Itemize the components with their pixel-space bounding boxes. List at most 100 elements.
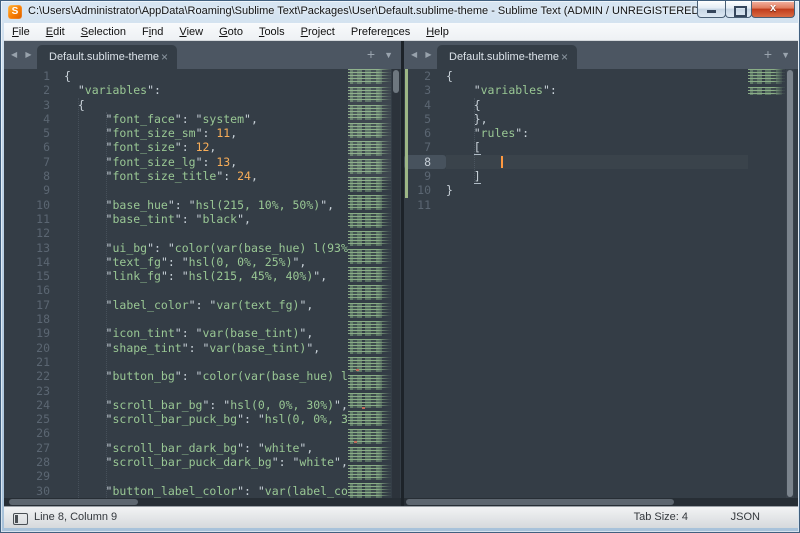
tab-scroll-arrows-icon[interactable]: ◀ ▶ bbox=[11, 50, 37, 60]
tab-size-status[interactable]: Tab Size: 4 bbox=[634, 511, 688, 523]
menu-item-preferences[interactable]: Preferences bbox=[343, 25, 418, 39]
horizontal-scrollbar[interactable] bbox=[4, 498, 401, 506]
code-line[interactable]: "font_size": 12, bbox=[64, 140, 348, 154]
code-line[interactable]: [ bbox=[446, 140, 748, 154]
code-line[interactable] bbox=[446, 155, 748, 169]
code-editor[interactable]: 234567891011 { "variables": { }, "rules"… bbox=[404, 69, 798, 498]
code-line[interactable] bbox=[64, 355, 348, 369]
code-line[interactable]: "base_tint": "black", bbox=[64, 212, 348, 226]
minimize-button[interactable] bbox=[697, 1, 726, 18]
line-number: 17 bbox=[4, 298, 64, 312]
code-line[interactable]: } bbox=[446, 183, 748, 197]
code-line[interactable]: }, bbox=[446, 112, 748, 126]
code-line[interactable]: ] bbox=[446, 169, 748, 183]
menu-item-help[interactable]: Help bbox=[418, 25, 457, 39]
vertical-scrollbar[interactable] bbox=[392, 69, 400, 498]
status-panel-icon[interactable] bbox=[13, 513, 28, 525]
line-number: 18 bbox=[4, 312, 64, 326]
horizontal-scrollbar-puck[interactable] bbox=[406, 499, 674, 505]
code-line[interactable]: "scroll_bar_bg": "hsl(0, 0%, 30%)", bbox=[64, 398, 348, 412]
menu-item-file[interactable]: File bbox=[4, 25, 38, 39]
minimap-viewport bbox=[348, 69, 391, 181]
line-number: 7 bbox=[404, 140, 446, 154]
tab-close-icon[interactable]: × bbox=[161, 50, 168, 64]
code-editor[interactable]: 1234567891011121314151617181920212223242… bbox=[4, 69, 401, 498]
line-number: 9 bbox=[404, 169, 446, 183]
code-line[interactable]: "font_size_sm": 11, bbox=[64, 126, 348, 140]
tab-overflow-icon[interactable]: ▼ bbox=[781, 50, 790, 60]
minimap[interactable] bbox=[748, 69, 785, 95]
code-line[interactable]: "base_hue": "hsl(215, 10%, 50%)", bbox=[64, 198, 348, 212]
code-line[interactable]: { bbox=[446, 69, 748, 83]
code-line[interactable]: { bbox=[446, 98, 748, 112]
code-line[interactable] bbox=[64, 469, 348, 483]
syntax-status[interactable]: JSON bbox=[731, 511, 760, 523]
horizontal-scrollbar[interactable] bbox=[404, 498, 798, 506]
code-line[interactable]: "ui_bg": "color(var(base_hue) l(93%))", bbox=[64, 241, 348, 255]
code-line[interactable]: "scroll_bar_puck_dark_bg": "white", bbox=[64, 455, 348, 469]
minimap[interactable] bbox=[348, 69, 391, 498]
code-line[interactable]: "font_size_lg": 13, bbox=[64, 155, 348, 169]
title-bar: S C:\Users\Administrator\AppData\Roaming… bbox=[4, 1, 704, 23]
code-line[interactable]: "text_fg": "hsl(0, 0%, 25%)", bbox=[64, 255, 348, 269]
code-line[interactable] bbox=[446, 198, 748, 212]
code-line[interactable]: "rules": bbox=[446, 126, 748, 140]
tab-title: Default.sublime-theme bbox=[449, 51, 559, 63]
code-line[interactable] bbox=[64, 384, 348, 398]
new-tab-icon[interactable]: + bbox=[367, 47, 375, 61]
code-line[interactable]: "variables": bbox=[64, 83, 348, 97]
line-number: 27 bbox=[4, 441, 64, 455]
cursor-position-status[interactable]: Line 8, Column 9 bbox=[34, 511, 117, 523]
menu-item-view[interactable]: View bbox=[171, 25, 211, 39]
code-line[interactable] bbox=[64, 283, 348, 297]
tab-close-icon[interactable]: × bbox=[561, 50, 568, 64]
tab-scroll-arrows-icon[interactable]: ◀ ▶ bbox=[411, 50, 437, 60]
tab-overflow-icon[interactable]: ▼ bbox=[384, 50, 393, 60]
line-number: 13 bbox=[4, 241, 64, 255]
menu-item-tools[interactable]: Tools bbox=[251, 25, 293, 39]
code-line[interactable]: "scroll_bar_dark_bg": "white", bbox=[64, 441, 348, 455]
horizontal-scrollbar-puck[interactable] bbox=[9, 499, 138, 505]
vertical-scrollbar-puck[interactable] bbox=[787, 70, 793, 497]
code-line[interactable]: "variables": bbox=[446, 83, 748, 97]
new-tab-icon[interactable]: + bbox=[764, 47, 772, 61]
code-line[interactable]: "label_color": "var(text_fg)", bbox=[64, 298, 348, 312]
line-number: 28 bbox=[4, 455, 64, 469]
tab-default-sublime-theme[interactable]: Default.sublime-theme × bbox=[437, 45, 577, 69]
close-button[interactable]: x bbox=[751, 1, 795, 18]
maximize-button[interactable] bbox=[725, 1, 752, 18]
vertical-scrollbar-puck[interactable] bbox=[393, 70, 399, 93]
code-line[interactable]: "button_label_color": "var(label_color)"… bbox=[64, 484, 348, 498]
menu-item-find[interactable]: Find bbox=[134, 25, 171, 39]
code-line[interactable]: "font_size_title": 24, bbox=[64, 169, 348, 183]
line-number: 11 bbox=[4, 212, 64, 226]
code-lines[interactable]: { "variables": { "font_face": "system", … bbox=[64, 69, 348, 498]
code-line[interactable]: "font_face": "system", bbox=[64, 112, 348, 126]
code-line[interactable] bbox=[64, 426, 348, 440]
code-line[interactable]: { bbox=[64, 69, 348, 83]
menu-item-edit[interactable]: Edit bbox=[38, 25, 73, 39]
code-line[interactable] bbox=[64, 312, 348, 326]
menu-item-project[interactable]: Project bbox=[293, 25, 343, 39]
line-number: 1 bbox=[4, 69, 64, 83]
tab-default-sublime-theme[interactable]: Default.sublime-theme × bbox=[37, 45, 177, 69]
code-line[interactable]: "link_fg": "hsl(215, 45%, 40%)", bbox=[64, 269, 348, 283]
code-line[interactable]: "button_bg": "color(var(base_hue) l(98%)… bbox=[64, 369, 348, 383]
code-line[interactable] bbox=[64, 183, 348, 197]
line-number: 3 bbox=[404, 83, 446, 97]
line-number: 4 bbox=[4, 112, 64, 126]
line-number: 10 bbox=[4, 198, 64, 212]
line-number: 16 bbox=[4, 283, 64, 297]
tab-title: Default.sublime-theme bbox=[49, 51, 159, 63]
code-line[interactable]: "scroll_bar_puck_bg": "hsl(0, 0%, 30%)", bbox=[64, 412, 348, 426]
menu-item-selection[interactable]: Selection bbox=[73, 25, 134, 39]
code-lines[interactable]: { "variables": { }, "rules": [ ]} bbox=[446, 69, 748, 498]
vertical-scrollbar[interactable] bbox=[786, 69, 794, 498]
code-line[interactable]: "shape_tint": "var(base_tint)", bbox=[64, 341, 348, 355]
menu-item-goto[interactable]: Goto bbox=[211, 25, 251, 39]
code-line[interactable]: { bbox=[64, 98, 348, 112]
code-line[interactable] bbox=[64, 226, 348, 240]
code-line[interactable]: "icon_tint": "var(base_tint)", bbox=[64, 326, 348, 340]
line-number: 15 bbox=[4, 269, 64, 283]
line-number: 5 bbox=[404, 112, 446, 126]
